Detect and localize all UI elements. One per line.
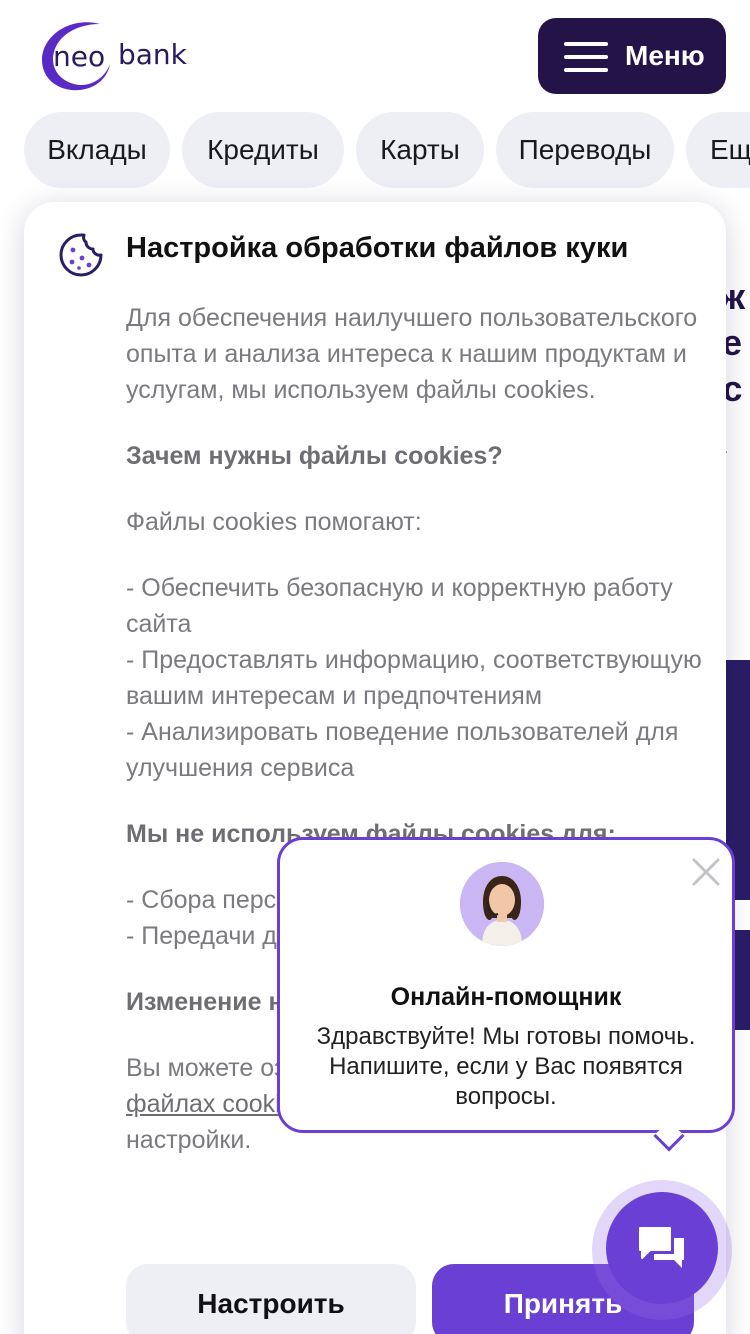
cookie-helps: Файлы cookies помогают: <box>126 508 422 536</box>
online-helper-popup: Онлайн-помощник Здравствуйте! Мы готовы … <box>277 837 735 1152</box>
header: neo bank Меню <box>0 0 750 110</box>
helper-text: Здравствуйте! Мы готовы помочь. Напишите… <box>316 1023 696 1110</box>
logo-neo-text: neo <box>53 40 106 73</box>
cookie-why-heading: Зачем нужны файлы cookies? <box>126 442 503 470</box>
menu-button[interactable]: Меню <box>538 18 726 94</box>
cookie-bullet: - Предоставлять информацию, соответствую… <box>126 646 702 710</box>
cookie-consent-dialog: Настройка обработки файлов куки Для обес… <box>24 202 726 1334</box>
hamburger-icon <box>564 42 608 72</box>
category-nav: Вклады Кредиты Карты Переводы Ещ <box>0 112 750 188</box>
helper-title: Онлайн-помощник <box>390 983 622 1011</box>
chat-bubbles-icon <box>639 1227 684 1268</box>
cookie-icon <box>59 233 103 277</box>
nav-item-transfers[interactable]: Переводы <box>496 112 674 188</box>
nav-item-deposits[interactable]: Вклады <box>24 112 170 188</box>
cookie-bullet: - Анализировать поведение пользователей … <box>126 718 679 782</box>
neobank-logo[interactable]: neo bank <box>40 18 210 94</box>
cookie-bullet: - Обеспечить безопасную и корректную раб… <box>126 574 673 638</box>
cookie-title: Настройка обработки файлов куки <box>126 232 629 264</box>
logo-bank-text: bank <box>118 38 187 71</box>
close-icon[interactable] <box>690 856 722 888</box>
nav-item-credits[interactable]: Кредиты <box>182 112 344 188</box>
nav-item-cards[interactable]: Карты <box>356 112 484 188</box>
helper-avatar <box>460 862 544 946</box>
nav-item-more[interactable]: Ещ <box>686 112 750 188</box>
support-agent-icon <box>460 862 544 946</box>
chat-button[interactable] <box>606 1192 718 1304</box>
cookie-setup-button[interactable]: Настроить <box>126 1264 416 1334</box>
menu-label: Меню <box>625 40 705 71</box>
cookie-intro: Для обеспечения наилучшего пользовательс… <box>126 304 698 404</box>
